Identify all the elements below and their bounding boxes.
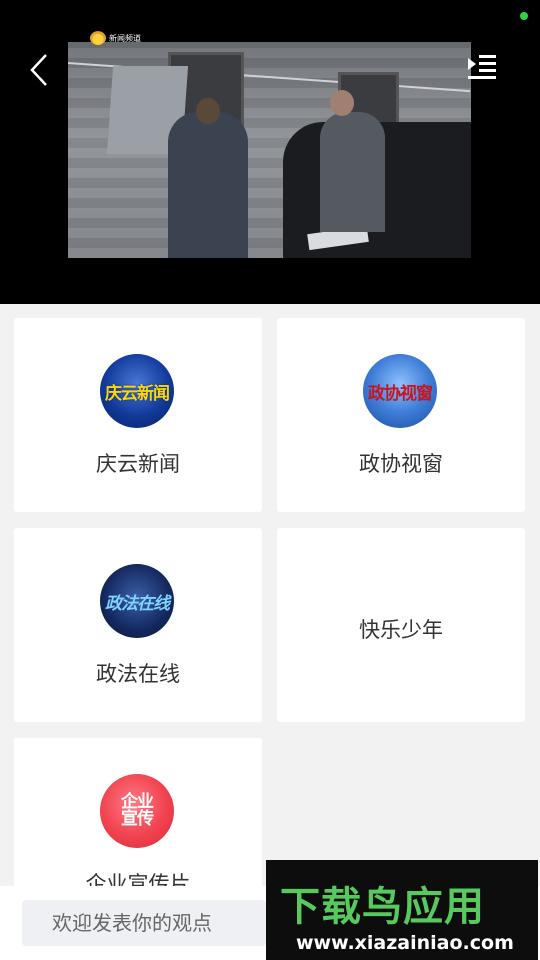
channel-card-happy-youth[interactable]: 快乐少年 (277, 528, 525, 722)
video-scene-head (196, 98, 220, 124)
playlist-button[interactable] (462, 50, 502, 86)
chevron-left-icon (30, 54, 47, 86)
video-scene-person (320, 112, 385, 232)
channel-logo-label: 政法在线 (105, 593, 170, 614)
watermark-title: 下载鸟应用 (280, 884, 485, 930)
cppcc-window-logo-icon: 政协视窗 (363, 354, 437, 428)
channel-logo: 新闻频道 (90, 30, 141, 46)
channel-label: 快乐少年 (359, 618, 443, 642)
comment-input[interactable] (22, 900, 266, 946)
video-scene-head (330, 90, 354, 116)
video-scene-person (168, 112, 248, 258)
law-online-logo-icon: 政法在线 (100, 564, 174, 638)
channel-logo-label: 庆云新闻 (105, 383, 170, 404)
status-dot (520, 12, 528, 20)
back-button[interactable] (22, 48, 56, 92)
sun-logo-icon (90, 31, 106, 45)
channel-logo-label: 企业 宣传 (121, 792, 154, 829)
watermark-url: www.xiazainiao.com (296, 932, 514, 954)
channel-logo-label: 政协视窗 (368, 383, 433, 404)
channel-logo-text: 新闻频道 (109, 33, 141, 43)
video-frame[interactable] (68, 42, 471, 258)
channel-card-cppcc-window[interactable]: 政协视窗 政协视窗 (277, 318, 525, 512)
video-player[interactable]: 新闻频道 (0, 0, 540, 304)
channel-label: 政法在线 (96, 662, 180, 686)
enterprise-promo-logo-icon: 企业 宣传 (100, 774, 174, 848)
channel-label: 庆云新闻 (96, 452, 180, 476)
watermark: 下载鸟应用 www.xiazainiao.com (266, 860, 538, 960)
playlist-icon (468, 55, 496, 79)
channel-label: 政协视窗 (359, 452, 443, 476)
channel-card-law-online[interactable]: 政法在线 政法在线 (14, 528, 262, 722)
qingyun-news-logo-icon: 庆云新闻 (100, 354, 174, 428)
channel-card-qingyun-news[interactable]: 庆云新闻 庆云新闻 (14, 318, 262, 512)
